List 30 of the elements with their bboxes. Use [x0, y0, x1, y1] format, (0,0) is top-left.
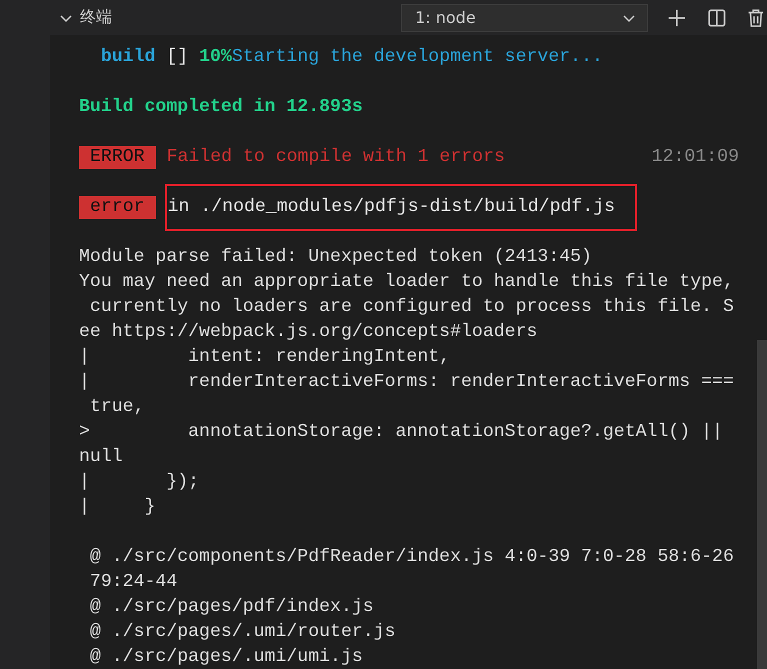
output-line: You may need an appropriate loader to handle this file type,: [79, 271, 734, 294]
output-line: @ ./src/pages/pdf/index.js: [88, 596, 374, 619]
output-line: 79:24-44: [88, 571, 178, 594]
success-message: Build completed in 12.893s: [79, 96, 363, 119]
output-line: @ ./src/pages/.umi/router.js: [88, 621, 396, 644]
output-text: 10%: [199, 46, 232, 69]
terminal-dropdown[interactable]: 1: node: [401, 4, 648, 32]
output-line: | });: [79, 471, 200, 494]
split-icon[interactable]: [706, 6, 728, 28]
error-label: ERROR: [79, 146, 156, 169]
output-line: ee https://webpack.js.org/concepts#loaders: [79, 321, 538, 344]
timestamp: 12:01:09: [652, 146, 739, 169]
output-line: @ ./src/components/PdfReader/index.js 4:0-39 7:0-28 58:6-26: [88, 546, 734, 569]
output-line: @ ./src/pages/.umi/umi.js: [88, 646, 363, 669]
error-label: error: [79, 196, 156, 219]
output-line: | intent: renderingIntent,: [79, 346, 450, 369]
output-text: Starting the development server...: [232, 46, 603, 69]
output-line: | }: [79, 496, 156, 519]
output-line: true,: [88, 396, 144, 419]
output-line: currently no loaders are configured to process this file. S: [88, 296, 734, 319]
error-message: Failed to compile with 1 errors: [166, 146, 505, 169]
output-text: build: [100, 46, 156, 69]
output-line: > annotationStorage: annotationStorage?.getAll() ||: [79, 421, 723, 444]
error-file-path: in ./node_modules/pdfjs-dist/build/pdf.js: [166, 186, 636, 229]
output-text: []: [165, 46, 190, 69]
scrollbar[interactable]: [757, 340, 767, 669]
output-line: null: [79, 446, 123, 469]
output-line: | renderInteractiveForms: renderInteractiveForms ===: [79, 371, 734, 394]
panel-title: 终端: [80, 7, 112, 28]
output-line: Module parse failed: Unexpected token (2413:45): [79, 246, 592, 269]
